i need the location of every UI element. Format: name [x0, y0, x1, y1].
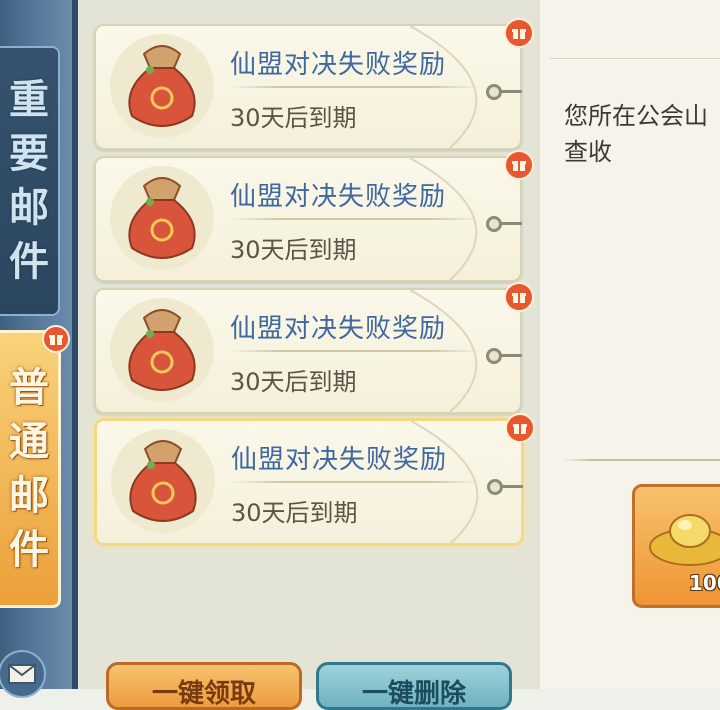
tab-important-mail[interactable]: 重 要 邮 件	[0, 46, 60, 316]
tab-normal-char: 通	[9, 418, 49, 465]
tab-normal-char: 件	[9, 526, 49, 573]
mail-expire: 30天后到期	[231, 499, 358, 527]
divider	[550, 58, 720, 59]
divider	[562, 459, 720, 461]
card-knob	[487, 479, 503, 495]
red-reward-bag-icon	[111, 429, 215, 533]
mail-item[interactable]: 仙盟对决失败奖励 30天后到期	[94, 18, 534, 150]
mail-title: 仙盟对决失败奖励	[231, 445, 448, 475]
gift-badge-icon	[504, 282, 534, 312]
delete-all-button[interactable]: 一键删除	[316, 662, 512, 710]
gift-badge-icon	[505, 413, 535, 443]
divider	[230, 86, 480, 88]
divider	[230, 350, 480, 352]
divider	[500, 222, 522, 225]
mail-title: 仙盟对决失败奖励	[230, 50, 447, 80]
tab-normal-char: 邮	[9, 472, 49, 519]
mail-expire: 30天后到期	[230, 368, 357, 396]
mail-expire: 30天后到期	[230, 236, 357, 264]
divider	[501, 485, 523, 488]
mail-body: 您所在公会山 查收	[564, 98, 720, 170]
tab-normal-char: 普	[9, 364, 49, 411]
card-knob	[486, 216, 502, 232]
tab-important-char: 重	[9, 76, 49, 123]
gold-ingot-icon	[649, 514, 720, 566]
red-reward-bag-icon	[110, 34, 214, 138]
tab-important-char: 要	[9, 130, 49, 177]
mail-title: 仙盟对决失败奖励	[230, 314, 447, 344]
mail-list-panel: 仙盟对决失败奖励 30天后到期 仙盟对决失败奖励 30天后到期 仙盟对决失败奖励…	[78, 0, 540, 710]
card-knob	[486, 348, 502, 364]
reward-count: 100	[689, 571, 720, 595]
mail-body-line: 您所在公会山	[564, 102, 708, 130]
reward-item-slot[interactable]: 100	[632, 484, 720, 608]
red-reward-bag-icon	[110, 166, 214, 270]
mail-item[interactable]: 仙盟对决失败奖励 30天后到期	[94, 150, 534, 282]
gift-badge-icon	[504, 150, 534, 180]
red-reward-bag-icon	[110, 298, 214, 402]
envelope-icon[interactable]	[0, 650, 46, 698]
tab-important-char: 邮	[9, 184, 49, 231]
tab-important-char: 件	[9, 238, 49, 285]
gift-badge-icon	[504, 18, 534, 48]
divider	[231, 481, 481, 483]
mail-detail-panel: 您所在公会山 查收 100	[540, 0, 720, 689]
claim-all-button[interactable]: 一键领取	[106, 662, 302, 710]
divider	[500, 354, 522, 357]
mail-item[interactable]: 仙盟对决失败奖励 30天后到期	[94, 282, 534, 414]
gift-badge-icon	[42, 325, 70, 353]
mail-item-selected[interactable]: 仙盟对决失败奖励 30天后到期	[94, 413, 535, 546]
mail-body-line: 查收	[564, 138, 612, 166]
divider	[500, 90, 522, 93]
mail-expire: 30天后到期	[230, 104, 357, 132]
mail-title: 仙盟对决失败奖励	[230, 182, 447, 212]
tab-normal-mail[interactable]: 普 通 邮 件	[0, 325, 70, 608]
card-knob	[486, 84, 502, 100]
category-sidebar: 重 要 邮 件 普 通 邮 件	[0, 0, 78, 698]
divider	[230, 218, 480, 220]
